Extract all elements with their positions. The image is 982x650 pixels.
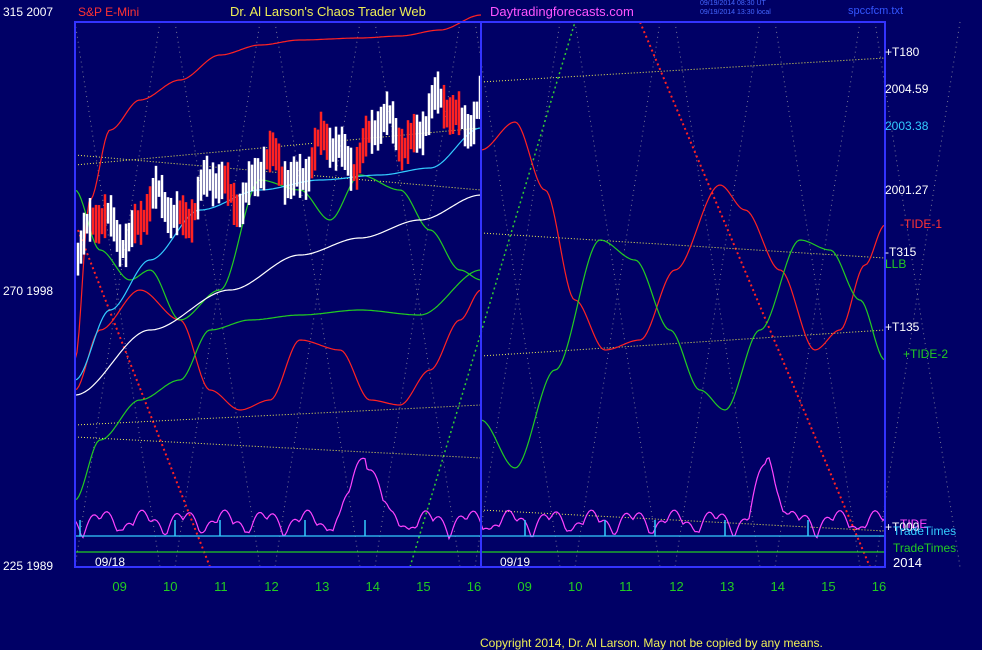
price-2003-38: 2003.38 — [885, 119, 929, 133]
x-tick-label: 09 — [112, 579, 126, 594]
x-tick-label: 13 — [315, 579, 329, 594]
x-tick-label: 09 — [517, 579, 531, 594]
x-tick-label: 16 — [872, 579, 886, 594]
label-tradetimes-1: TradeTimes — [893, 524, 957, 538]
year-label: 2014 — [893, 555, 922, 570]
timestamp-ut: 09/19/2014 08:30 UT — [700, 0, 766, 7]
chart-title: Dr. Al Larson's Chaos Trader Web — [230, 4, 426, 19]
x-tick-label: 12 — [264, 579, 278, 594]
instrument-label: S&P E-Mini — [78, 5, 140, 19]
label-tide-1: -TIDE-1 — [900, 217, 942, 231]
x-tick-label: 11 — [619, 579, 633, 594]
label-t180: +T180 — [885, 45, 920, 59]
left-scale-top: 315 2007 — [3, 5, 54, 19]
x-tick-label: 12 — [669, 579, 683, 594]
x-tick-label: 13 — [720, 579, 734, 594]
x-tick-label: 11 — [214, 579, 228, 594]
x-tick-label: 10 — [163, 579, 177, 594]
label-t135: +T135 — [885, 320, 920, 334]
label-tide-2: +TIDE-2 — [903, 347, 949, 361]
day-label-0919: 09/19 — [500, 555, 531, 569]
x-tick-label: 16 — [467, 579, 481, 594]
timestamp-local: 09/19/2014 13:30 local — [700, 9, 771, 16]
left-scale-mid: 270 1998 — [3, 284, 54, 298]
price-2004-59: 2004.59 — [885, 82, 929, 96]
x-tick-label: 15 — [416, 579, 430, 594]
copyright-notice: Copyright 2014, Dr. Al Larson. May not b… — [480, 636, 823, 650]
file-label: spccfcm.txt — [848, 5, 904, 17]
site-label: Daytradingforecasts.com — [490, 4, 634, 19]
x-tick-label: 10 — [568, 579, 582, 594]
price-2001-27: 2001.27 — [885, 183, 929, 197]
left-scale-bottom: 225 1989 — [3, 559, 54, 573]
x-tick-label: 14 — [366, 579, 380, 594]
label-llb: LLB — [885, 257, 907, 271]
chaos-chart: 09 10 11 12 13 14 15 16 09 10 11 12 13 14 15 16 — [0, 0, 982, 650]
x-tick-label: 15 — [821, 579, 835, 594]
day-label-0918: 09/18 — [95, 555, 126, 569]
x-tick-label: 14 — [771, 579, 785, 594]
label-tradetimes-2: TradeTimes — [893, 541, 957, 555]
